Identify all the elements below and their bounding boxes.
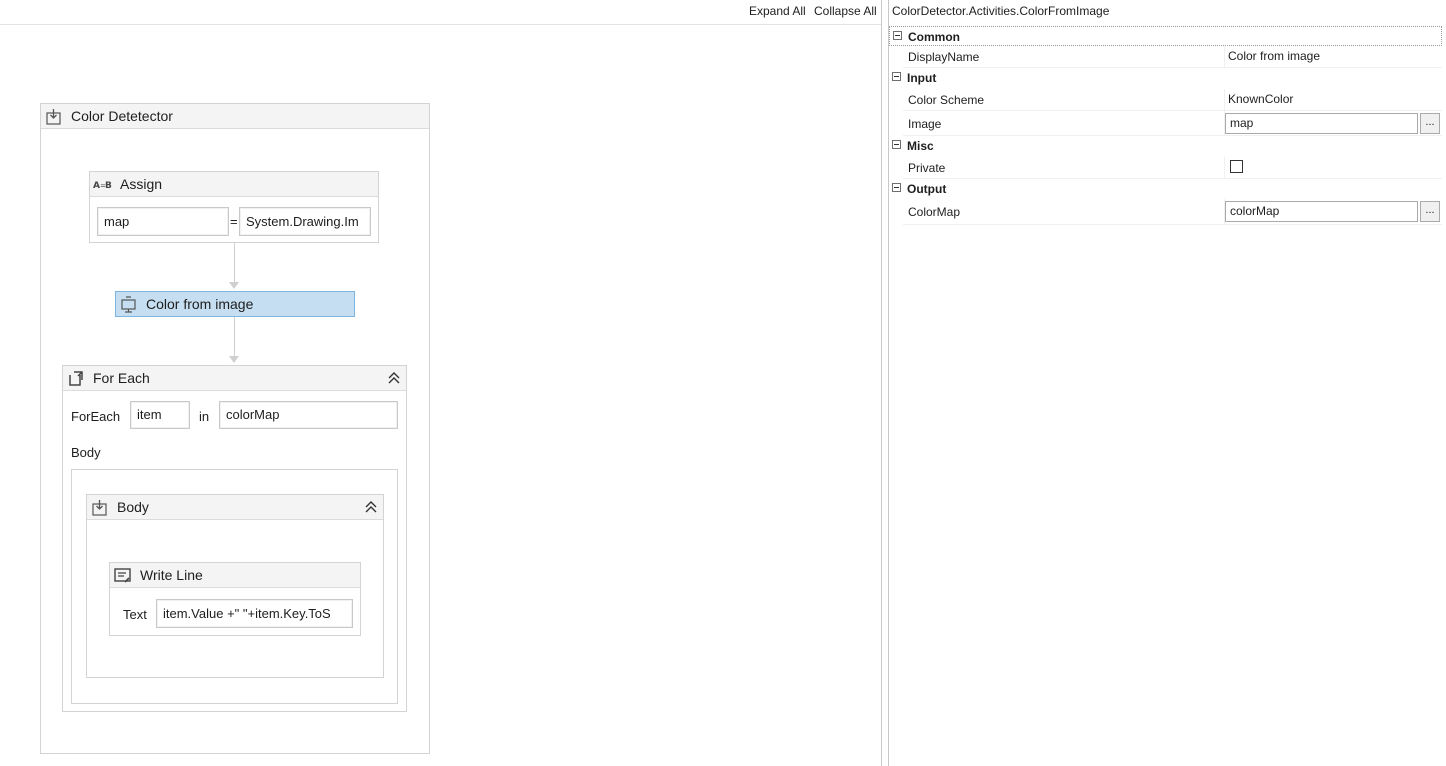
writeline-header[interactable]: Write Line	[110, 563, 360, 588]
color-from-image-title: Color from image	[146, 296, 254, 312]
body-title: Body	[117, 499, 149, 515]
collapse-category-icon[interactable]	[892, 140, 901, 149]
svg-text:A: A	[93, 181, 100, 191]
assign-icon: A = B	[93, 181, 112, 191]
assign-activity[interactable]: A = B Assign map = System.Drawing.Im	[89, 171, 379, 243]
category-label: Misc	[907, 139, 934, 153]
prop-name: Private	[908, 161, 946, 175]
connector-arrow	[229, 356, 239, 363]
writeline-text-input[interactable]: item.Value +" "+item.Key.ToS	[156, 599, 353, 628]
writeline-icon	[114, 568, 131, 583]
collapse-category-icon[interactable]	[892, 183, 901, 192]
foreach-in-label: in	[199, 409, 210, 424]
category-input[interactable]: Input	[889, 68, 1442, 88]
assign-equals-label: =	[230, 214, 238, 229]
foreach-header[interactable]: For Each	[63, 366, 406, 391]
property-grid: ColorDetector.Activities.ColorFromImage …	[889, 0, 1446, 766]
property-grid-title: ColorDetector.Activities.ColorFromImage	[892, 4, 1110, 18]
colormap-ellipsis-button[interactable]: ...	[1420, 201, 1440, 222]
sequence-title: Color Detetector	[71, 108, 173, 124]
panel-splitter[interactable]	[881, 0, 889, 766]
assign-header[interactable]: A = B Assign	[90, 172, 378, 197]
foreach-label: ForEach	[71, 409, 121, 424]
assign-value-input[interactable]: System.Drawing.Im	[239, 207, 371, 236]
category-label: Input	[907, 71, 937, 85]
image-ellipsis-button[interactable]: ...	[1420, 113, 1440, 134]
image-input[interactable]: map	[1225, 113, 1418, 134]
writeline-activity[interactable]: Write Line Text item.Value +" "+item.Key…	[109, 562, 361, 636]
foreach-title: For Each	[93, 370, 150, 386]
color-from-image-activity[interactable]: Color from image	[115, 291, 355, 317]
activity-icon	[121, 296, 136, 313]
sequence-icon	[46, 109, 61, 125]
prop-row-color-scheme[interactable]: Color Scheme KnownColor	[903, 89, 1442, 111]
collapse-category-icon[interactable]	[892, 72, 901, 81]
workflow-designer[interactable]: Expand All Collapse All Color Detetector…	[0, 0, 881, 766]
color-scheme-value[interactable]: KnownColor	[1228, 92, 1293, 106]
body-header[interactable]: Body	[87, 495, 383, 520]
sequence-icon	[92, 500, 107, 516]
prop-row-image[interactable]: Image map ...	[903, 111, 1442, 136]
category-misc[interactable]: Misc	[889, 136, 1442, 156]
assign-title: Assign	[120, 176, 163, 192]
prop-name: DisplayName	[908, 50, 980, 64]
foreach-collection-input[interactable]: colorMap	[219, 401, 398, 429]
writeline-title: Write Line	[140, 567, 203, 583]
prop-row-colormap[interactable]: ColorMap colorMap ...	[903, 199, 1442, 225]
colormap-input[interactable]: colorMap	[1225, 201, 1418, 222]
connector-line	[234, 243, 235, 282]
collapse-all-link[interactable]: Collapse All	[814, 4, 877, 18]
prop-row-displayname[interactable]: DisplayName Color from image	[903, 46, 1442, 68]
assign-to-input[interactable]: map	[97, 207, 229, 236]
sequence-header[interactable]: Color Detetector	[41, 104, 429, 129]
category-label: Output	[907, 182, 947, 196]
foreach-item-input[interactable]: item	[130, 401, 190, 429]
foreach-icon	[69, 371, 83, 386]
prop-name: Image	[908, 117, 942, 131]
category-label: Common	[908, 30, 960, 44]
svg-text:B: B	[105, 181, 112, 191]
displayname-value[interactable]: Color from image	[1228, 49, 1320, 63]
private-checkbox[interactable]	[1230, 160, 1243, 173]
category-output[interactable]: Output	[889, 179, 1442, 199]
collapse-icon[interactable]	[364, 500, 378, 514]
collapse-icon[interactable]	[387, 371, 401, 385]
prop-name: ColorMap	[908, 205, 961, 219]
prop-name: Color Scheme	[908, 93, 985, 107]
foreach-body-label: Body	[71, 445, 101, 460]
prop-row-private[interactable]: Private	[903, 157, 1442, 179]
collapse-category-icon[interactable]	[893, 31, 902, 40]
category-common[interactable]: Common	[889, 26, 1442, 46]
writeline-text-label: Text	[123, 607, 147, 622]
expand-all-link[interactable]: Expand All	[749, 4, 806, 18]
connector-line	[234, 317, 235, 356]
designer-toolbar: Expand All Collapse All	[0, 0, 881, 25]
connector-arrow	[229, 282, 239, 289]
